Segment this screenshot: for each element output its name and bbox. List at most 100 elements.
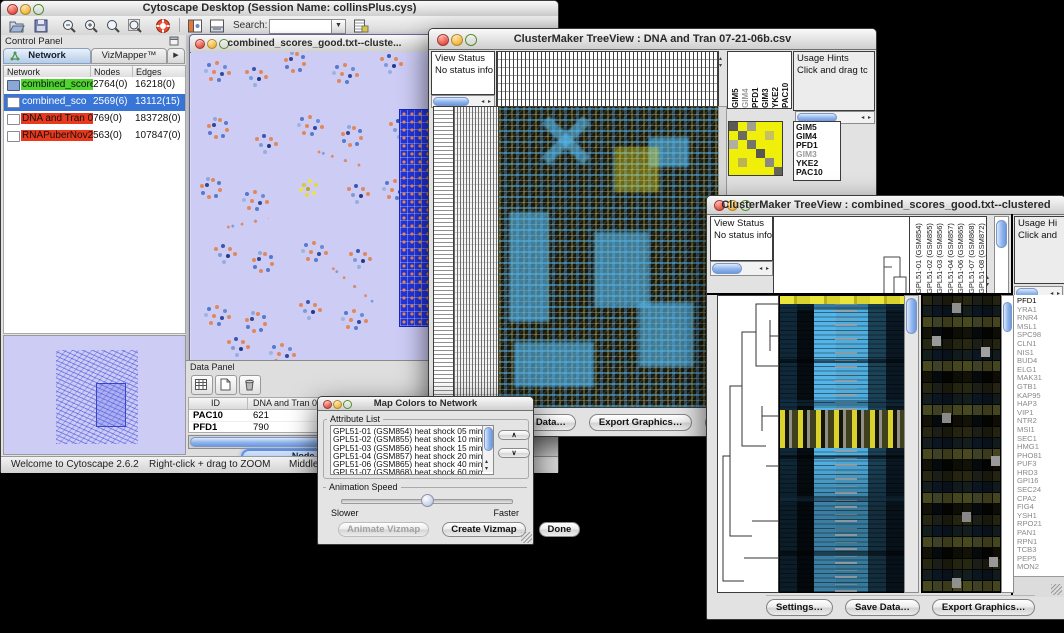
network-table-row[interactable]: combined_sco 2569(6) 13112(15) (4, 94, 185, 111)
node-cluster[interactable] (385, 181, 389, 185)
zoom-fit-icon[interactable] (127, 18, 143, 34)
resize-grip[interactable] (521, 532, 532, 543)
scrollbar-thumb[interactable] (996, 220, 1007, 248)
node-cluster[interactable] (214, 247, 218, 251)
scroll-arrows-icon[interactable]: ◂ ▸ (759, 265, 770, 272)
network-view-titlebar[interactable]: combined_scores_good.txt--cluste... (190, 35, 439, 53)
node-cluster[interactable] (304, 243, 308, 247)
node-cluster[interactable] (389, 122, 393, 126)
column-label[interactable]: GPL51-01 (GSM854) (914, 217, 923, 294)
network-overview[interactable] (3, 335, 186, 455)
column-label[interactable]: GIM3 (761, 52, 770, 108)
node-cluster[interactable] (257, 257, 261, 261)
gene-label[interactable]: PAC10 (796, 168, 840, 177)
scrollbar-thumb[interactable] (712, 263, 742, 274)
trash-toolbar-button[interactable] (239, 375, 261, 395)
node-cluster[interactable] (335, 65, 339, 69)
speed-slider-thumb[interactable] (421, 494, 434, 507)
node-cluster[interactable] (347, 187, 351, 191)
node-chain[interactable] (312, 148, 366, 168)
scrollbar-thumb[interactable] (433, 97, 469, 106)
treeview1-mini-heatmap[interactable] (728, 121, 783, 176)
treeview2-zoom-vscrollbar[interactable] (1001, 295, 1014, 593)
cytopanel-west-icon[interactable] (187, 18, 203, 34)
network-canvas[interactable] (191, 52, 436, 364)
column-label[interactable]: GIM5 (731, 52, 740, 108)
page-toolbar-button[interactable] (215, 375, 237, 395)
attribute-browser-icon[interactable] (353, 18, 369, 34)
search-dropdown-arrow-icon[interactable]: ▼ (331, 19, 346, 34)
treeview1-titlebar[interactable]: ClusterMaker TreeView : DNA and Tran 07-… (429, 29, 876, 50)
node-cluster[interactable] (250, 317, 254, 321)
main-titlebar[interactable]: Cytoscape Desktop (Session Name: collins… (1, 1, 558, 17)
float-panel-icon[interactable] (169, 36, 179, 46)
column-label[interactable]: GPL51-07 (GSM868) (967, 217, 976, 294)
treeview2-label-arrows[interactable]: ▴▾ (986, 274, 989, 288)
treeview-action-button[interactable]: Settings… (766, 599, 833, 616)
treeview-action-button[interactable]: Save Data… (845, 599, 920, 616)
dialog-titlebar[interactable]: Map Colors to Network (318, 397, 533, 411)
tab-network[interactable]: Network (3, 48, 91, 64)
treeview1-row-dendrogram[interactable] (453, 106, 499, 408)
treeview2-labels-vscrollbar[interactable] (994, 216, 1009, 295)
treeview2-column-dendrogram[interactable] (773, 216, 912, 295)
zoom-actual-icon[interactable] (105, 18, 121, 34)
column-label[interactable]: YKE2 (771, 52, 780, 108)
treeview1-dendro-arrows[interactable]: ▴▾ (719, 55, 722, 69)
node-cluster[interactable] (212, 123, 216, 127)
overview-viewport-rect[interactable] (96, 383, 126, 427)
treeview1-column-dendrogram[interactable] (496, 51, 719, 109)
node-cluster-yellow[interactable] (302, 183, 306, 187)
move-up-button[interactable]: ∧ (498, 430, 530, 440)
zoom-out-icon[interactable] (61, 18, 77, 34)
resize-grip[interactable] (1051, 584, 1062, 595)
search-input[interactable] (269, 19, 333, 34)
node-cluster[interactable] (227, 340, 231, 344)
save-icon[interactable] (33, 18, 49, 34)
open-file-icon[interactable] (9, 18, 25, 34)
node-chain[interactable] (221, 217, 269, 230)
node-cluster[interactable] (255, 137, 259, 141)
treeview2-heatmap[interactable] (779, 295, 906, 593)
column-label[interactable]: GPL51-04 (GSM857) (946, 217, 955, 294)
node-cluster[interactable] (205, 183, 209, 187)
column-header-id[interactable]: ID (211, 398, 220, 408)
scroll-arrows-icon[interactable]: ◂ ▸ (861, 114, 872, 121)
node-cluster[interactable] (300, 117, 304, 121)
network-table-row[interactable]: combined_scores 2764(0) 16218(0) (4, 77, 185, 94)
treeview2-titlebar[interactable]: ClusterMaker TreeView : combined_scores_… (707, 196, 1064, 215)
treeview2-status-scrollbar[interactable]: ◂ ▸ (710, 261, 773, 276)
node-chain[interactable] (327, 263, 375, 304)
treeview-action-button[interactable]: Export Graphics… (589, 414, 692, 431)
node-cluster[interactable] (245, 70, 249, 74)
column-label[interactable]: GIM4 (741, 52, 750, 108)
column-label[interactable]: GPL51-06 (GSM865) (956, 217, 965, 294)
node-cluster[interactable] (207, 307, 211, 311)
node-cluster[interactable] (245, 192, 249, 196)
column-label[interactable]: PFD1 (751, 52, 760, 108)
node-cluster[interactable] (299, 303, 303, 307)
tab-vizmapper[interactable]: VizMapper™ (91, 48, 167, 64)
gene-label[interactable]: MON2 (1017, 563, 1064, 572)
scrollbar-thumb[interactable] (484, 427, 493, 451)
node-cluster[interactable] (346, 131, 350, 135)
dialog-button[interactable]: Create Vizmap (442, 522, 525, 537)
move-down-button[interactable]: ∨ (498, 448, 530, 458)
dialog-button[interactable]: Done (539, 522, 581, 537)
treeview2-row-dendrogram[interactable] (717, 295, 779, 593)
column-label[interactable]: GPL51-03 (GSM856) (935, 217, 944, 294)
column-label[interactable]: GPL51-02 (GSM855) (925, 217, 934, 294)
column-label[interactable]: GPL51-08 (GSM872) (977, 217, 986, 294)
node-cluster[interactable] (344, 311, 348, 315)
node-cluster[interactable] (349, 252, 353, 256)
scroll-arrows-icon[interactable]: ◂ ▸ (481, 98, 492, 105)
node-cluster[interactable] (380, 57, 384, 61)
network-table-row[interactable]: DNA and Tran 07 769(0) 183728(0) (4, 111, 185, 128)
node-cluster[interactable] (207, 63, 211, 67)
dialog-button[interactable]: Animate Vizmap (338, 522, 429, 537)
network-table-row[interactable]: RNAPuberNov2+ 563(0) 107847(0) (4, 128, 185, 145)
node-cluster[interactable] (289, 57, 293, 61)
scroll-arrows-icon[interactable]: ▴▾ (485, 458, 489, 472)
attribute-item[interactable]: GPL51-07 (GSM868) heat shock 60 min (333, 468, 493, 475)
node-cluster[interactable] (272, 345, 276, 349)
